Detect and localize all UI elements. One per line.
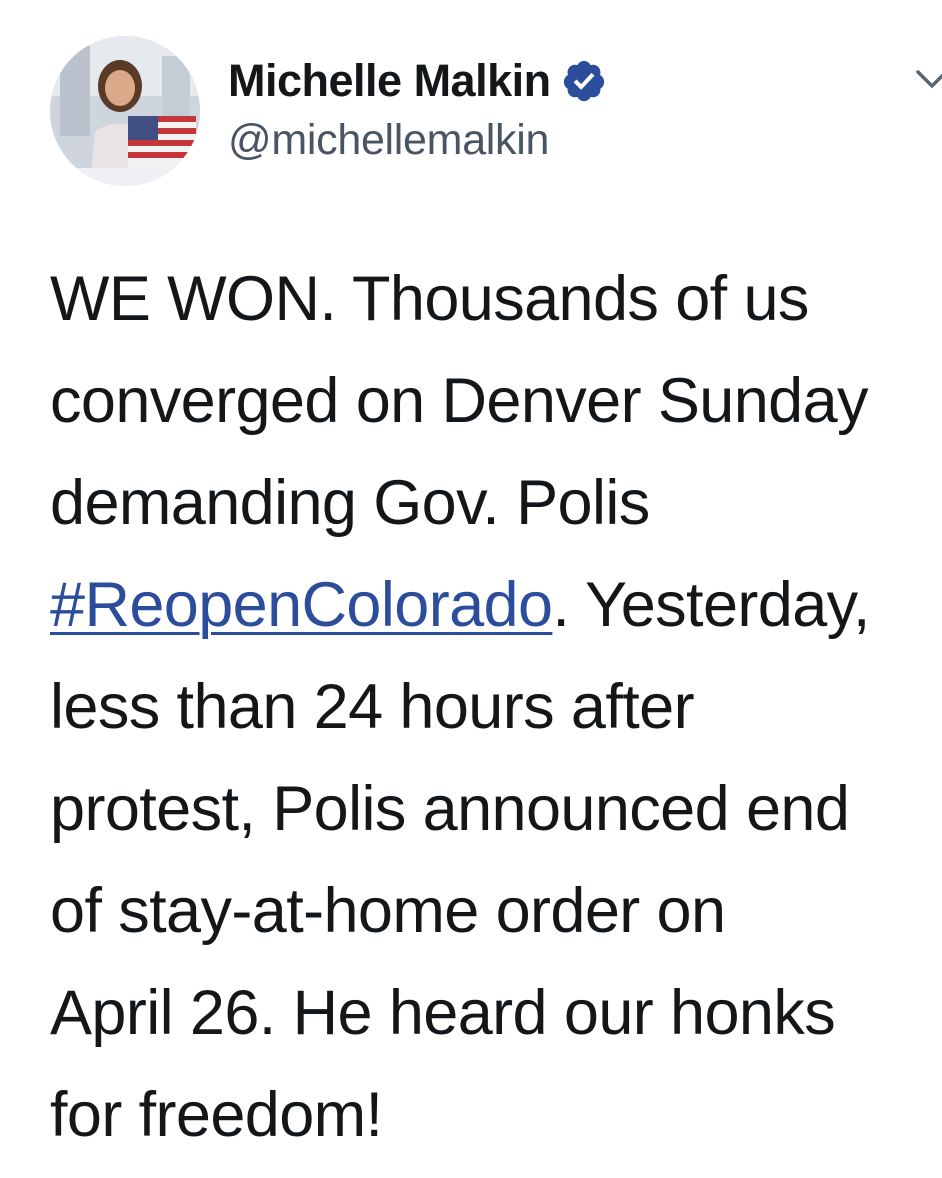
tweet-text-line: less than 24 hours after <box>50 672 695 742</box>
hashtag-link[interactable]: #ReopenColorado <box>50 570 553 640</box>
tweet-text: WE WON. Thousands of us converged on Den… <box>50 248 942 1166</box>
chevron-down-icon[interactable] <box>912 66 942 96</box>
author-handle[interactable]: @michellemalkin <box>228 116 549 165</box>
avatar[interactable] <box>50 36 200 186</box>
author-name-row[interactable]: Michelle Malkin <box>228 52 607 110</box>
tweet-text-line: for freedom! <box>50 1080 383 1150</box>
tweet-text-line: converged on Denver Sunday <box>50 366 869 436</box>
tweet-text-line: of stay-at-home order on <box>50 876 726 946</box>
tweet-text-line: #ReopenColorado. Yesterday, <box>50 554 942 656</box>
tweet-card: Michelle Malkin @michellemalkin WE WON. … <box>0 0 942 1178</box>
tweet-text-line: demanding Gov. Polis <box>50 468 650 538</box>
avatar-photo <box>50 36 200 186</box>
verified-badge-icon <box>561 58 607 104</box>
tweet-text-fragment: . Yesterday, <box>552 570 870 640</box>
tweet-text-line: WE WON. Thousands of us <box>50 264 809 334</box>
tweet-text-line: protest, Polis announced end <box>50 774 850 844</box>
display-name[interactable]: Michelle Malkin <box>228 55 551 107</box>
tweet-text-line: April 26. He heard our honks <box>50 978 836 1048</box>
